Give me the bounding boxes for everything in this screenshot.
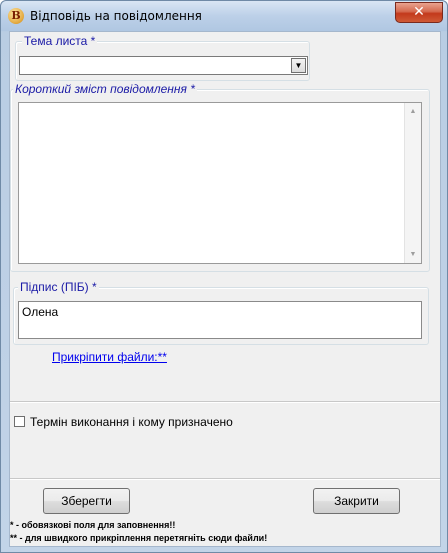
summary-scrollbar[interactable]: ▲ ▼ <box>404 103 421 263</box>
close-button[interactable]: Закрити <box>313 488 400 514</box>
window-close-button[interactable]: ✕ <box>395 2 443 23</box>
scroll-up-icon[interactable]: ▲ <box>405 103 421 120</box>
signature-value: Олена <box>22 305 59 319</box>
signature-group: Підпис (ПІБ) * Олена <box>13 280 429 345</box>
dialog-window: B Відповідь на повідомлення ✕ Тема листа… <box>0 0 448 553</box>
attach-files-link[interactable]: Прикріпити файли:** <box>52 350 167 364</box>
summary-group: Короткий зміст повідомлення * ▲ ▼ <box>10 82 430 272</box>
title-bar[interactable]: B Відповідь на повідомлення ✕ <box>1 1 447 31</box>
scroll-down-icon[interactable]: ▼ <box>405 246 421 263</box>
deadline-checkbox[interactable] <box>14 416 25 427</box>
required-fields-note: * - обовязкові поля для заповнення!! <box>10 520 176 530</box>
signature-label: Підпис (ПІБ) * <box>18 280 99 294</box>
topic-group: Тема листа * ▼ <box>15 34 310 81</box>
combo-dropdown-button[interactable]: ▼ <box>291 58 306 73</box>
topic-combobox[interactable]: ▼ <box>19 56 308 75</box>
summary-textarea[interactable]: ▲ ▼ <box>18 102 422 264</box>
summary-label: Короткий зміст повідомлення * <box>13 82 197 96</box>
divider <box>10 401 440 403</box>
signature-input[interactable]: Олена <box>18 301 422 339</box>
save-button[interactable]: Зберегти <box>43 488 130 514</box>
close-icon: ✕ <box>413 4 425 20</box>
topic-label: Тема листа * <box>22 34 98 48</box>
app-icon: B <box>8 8 24 24</box>
dialog-client-area: Тема листа * ▼ Короткий зміст повідомлен… <box>9 31 441 547</box>
deadline-checkbox-label[interactable]: Термін виконання і кому призначено <box>30 415 233 429</box>
drag-files-note: ** - для швидкого прикріплення перетягні… <box>10 533 268 543</box>
divider <box>10 478 440 480</box>
dropdown-arrow-icon: ▼ <box>294 61 303 70</box>
window-title: Відповідь на повідомлення <box>30 9 202 23</box>
